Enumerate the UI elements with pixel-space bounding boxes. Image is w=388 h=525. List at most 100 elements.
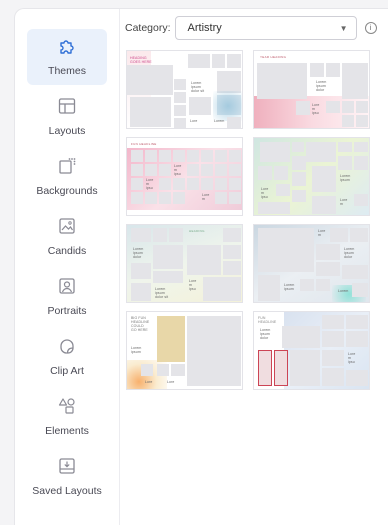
photo-placeholder — [201, 164, 213, 176]
photo-placeholder — [282, 326, 320, 348]
photo-placeholder — [187, 178, 199, 190]
photo-placeholder — [306, 142, 336, 162]
category-label: Category: — [125, 22, 171, 34]
photo-placeholder — [352, 283, 368, 297]
sidebar-item-label: Layouts — [48, 125, 86, 137]
photo-placeholder — [131, 263, 151, 279]
photo-placeholder — [322, 368, 344, 386]
photo-placeholder — [188, 54, 210, 68]
shapes-icon — [56, 395, 78, 417]
photo-placeholder — [338, 156, 352, 170]
thumbnail-text: Lore — [145, 380, 153, 384]
photo-placeholder — [312, 166, 336, 192]
photo-placeholder — [276, 184, 290, 196]
thumbnail-text: Lorem ipsum dolor — [133, 247, 144, 259]
sidebar-item-saved-layouts[interactable]: Saved Layouts — [27, 449, 107, 505]
sidebar-item-elements[interactable]: Elements — [27, 389, 107, 445]
photo-placeholder — [145, 192, 157, 204]
sidebar-item-candids[interactable]: Candids — [27, 209, 107, 265]
sidebar-item-label: Portraits — [47, 305, 87, 317]
photo-placeholder — [296, 101, 310, 115]
thumbnail-heading: FUN HEADLINE — [131, 142, 157, 146]
thumbnail-heading: HEADING GOES HERE — [130, 56, 152, 64]
photo-placeholder — [173, 178, 185, 190]
photo-placeholder — [229, 192, 241, 204]
photo-placeholder — [356, 115, 368, 127]
photo-placeholder — [292, 156, 306, 170]
thumbnail-text: Lorem — [214, 119, 225, 123]
thumbnail-text: Lore m ipsu — [146, 178, 154, 190]
theme-thumbnail[interactable]: FUN HEADLINE Lore m ipsu Lore m ipsu Lor… — [126, 137, 243, 216]
sidebar-item-backgrounds[interactable]: Backgrounds — [27, 149, 107, 205]
photo-placeholder — [187, 245, 221, 275]
theme-thumbnail[interactable]: Lore m Lorem ipsum dolor Lorem ipsum Lor… — [253, 224, 370, 303]
thumbnail-text: Lore — [167, 380, 175, 384]
photo-placeholder — [354, 142, 368, 152]
category-select[interactable]: Artistry ▼ — [174, 16, 357, 40]
photo-placeholder — [346, 315, 368, 329]
photo-placeholder — [173, 150, 185, 162]
thumbnail-text: Lore m — [318, 229, 326, 237]
theme-thumbnail[interactable]: YEAR HEADING Lorem ipsum dolor Lore m ip… — [253, 50, 370, 129]
photo-placeholder — [215, 192, 227, 204]
sidebar: Themes Layouts Backgrounds Candids Portr — [15, 9, 119, 525]
thumbnail-text: Lore m ipsu — [189, 279, 197, 291]
photo-placeholder — [131, 164, 143, 176]
photo-placeholder — [157, 316, 185, 362]
photo-placeholder — [223, 261, 241, 275]
theme-thumbnail[interactable]: Lorem ipsum Lore m ipsu Lore m — [253, 137, 370, 216]
sidebar-item-themes[interactable]: Themes — [27, 29, 107, 85]
thumbnail-text: Lorem ipsum — [284, 283, 295, 291]
thumbnail-text: Lorem — [338, 289, 349, 293]
thumbnail-text: Lore — [190, 119, 198, 123]
thumbnail-text: Lore m — [202, 193, 210, 201]
photo-placeholder — [174, 105, 186, 116]
photo-placeholder — [174, 92, 186, 103]
thumbnail-text: Lorem ipsum dolor — [260, 328, 271, 340]
photo-placeholder — [212, 54, 225, 68]
thumbnail-heading: FUN HEADLINE — [258, 316, 277, 324]
photo-placeholder — [187, 164, 199, 176]
photo-placeholder — [354, 194, 368, 206]
theme-thumbnail[interactable]: FUN HEADLINE Lorem ipsum dolor Lore m ip… — [253, 311, 370, 390]
chevron-down-icon: ▼ — [339, 23, 348, 33]
photo-placeholder — [326, 101, 340, 113]
layout-icon — [56, 95, 78, 117]
photo-placeholder — [258, 228, 314, 272]
theme-thumbnail[interactable]: HEADING Lorem ipsum dolor Lorem ipsum do… — [126, 224, 243, 303]
photo-placeholder — [159, 192, 171, 204]
photo-placeholder — [312, 196, 336, 214]
thumbnail-text: Lorem ipsum — [340, 174, 351, 182]
thumbnail-heading: HEADING — [189, 229, 205, 233]
sidebar-item-clip-art[interactable]: Clip Art — [27, 329, 107, 385]
photo-placeholder — [174, 79, 186, 90]
photo-placeholder — [130, 97, 171, 127]
photo-placeholder — [229, 150, 241, 162]
photo-placeholder — [346, 370, 368, 386]
thumbnail-heading: BIG FUN HEADLINE COULD GO HERE — [131, 316, 150, 332]
photo-placeholder — [215, 164, 227, 176]
photo-placeholder — [342, 115, 354, 127]
photo-placeholder — [131, 228, 151, 242]
photo-placeholder — [316, 279, 330, 291]
photo-placeholder — [159, 164, 171, 176]
photo-placeholder — [153, 245, 183, 269]
photo-placeholder — [201, 178, 213, 190]
photo-placeholder — [354, 156, 368, 170]
photo-placeholder — [292, 142, 304, 152]
info-icon[interactable]: i — [364, 22, 377, 34]
photo-placeholder — [131, 150, 143, 162]
thumbnail-text: Lorem ipsum dolor — [344, 247, 355, 259]
sidebar-item-layouts[interactable]: Layouts — [27, 89, 107, 145]
portrait-icon — [56, 275, 78, 297]
photo-placeholder — [217, 71, 241, 93]
sidebar-item-label: Saved Layouts — [32, 485, 102, 497]
photo-placeholder — [201, 150, 213, 162]
theme-thumbnail[interactable]: BIG FUN HEADLINE COULD GO HERE Lorem ips… — [126, 311, 243, 390]
thumbnail-text: Lore m ipsu — [312, 103, 320, 115]
photo-placeholder — [316, 262, 340, 276]
sidebar-item-portraits[interactable]: Portraits — [27, 269, 107, 325]
theme-thumbnail[interactable]: HEADING GOES HERE Lorem ipsum dolor sit … — [126, 50, 243, 129]
category-row: Category: Artistry ▼ i — [125, 15, 377, 41]
photo-placeholder — [326, 63, 340, 77]
